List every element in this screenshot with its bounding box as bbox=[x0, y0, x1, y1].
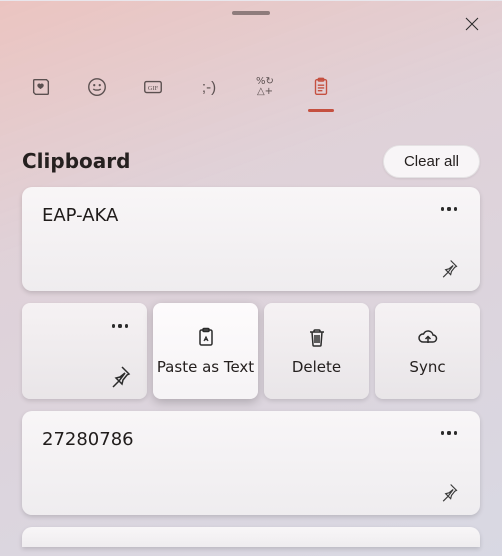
clear-all-button[interactable]: Clear all bbox=[383, 145, 480, 178]
more-icon bbox=[112, 324, 128, 327]
clipboard-item-peek[interactable] bbox=[22, 527, 480, 547]
clipboard-icon bbox=[310, 76, 332, 98]
gif-icon: GIF bbox=[142, 76, 164, 98]
item-action-row: Paste as Text Delete Sync bbox=[22, 303, 480, 399]
clipboard-list: EAP-AKA bbox=[22, 187, 480, 556]
close-button[interactable] bbox=[452, 9, 492, 39]
action-delete[interactable]: Delete bbox=[264, 303, 369, 399]
item-pin-button[interactable] bbox=[432, 253, 466, 283]
emoji-smile-icon bbox=[86, 76, 108, 98]
category-tabbar: GIF ;-) %↻ △+ bbox=[22, 65, 480, 109]
section-title: Clipboard bbox=[22, 149, 130, 173]
pin-icon bbox=[108, 364, 132, 388]
action-label: Delete bbox=[292, 358, 341, 376]
tab-clipboard[interactable] bbox=[302, 68, 340, 106]
emoji-clipboard-panel: GIF ;-) %↻ △+ Clipboard Clear all EAP-AK… bbox=[0, 0, 502, 556]
clipboard-item[interactable]: 27280786 bbox=[22, 411, 480, 515]
trash-icon bbox=[305, 326, 329, 350]
item-pin-button[interactable] bbox=[432, 477, 466, 507]
tab-gif[interactable]: GIF bbox=[134, 68, 172, 106]
action-label: Sync bbox=[409, 358, 445, 376]
close-icon bbox=[463, 15, 481, 33]
sticker-heart-icon bbox=[30, 76, 52, 98]
action-paste-as-text[interactable]: Paste as Text bbox=[153, 303, 258, 399]
item-more-button[interactable] bbox=[432, 195, 466, 223]
tab-symbols[interactable]: %↻ △+ bbox=[246, 68, 284, 106]
tab-emoji[interactable] bbox=[78, 68, 116, 106]
pin-icon bbox=[439, 258, 459, 278]
symbols-icon: %↻ △+ bbox=[256, 77, 274, 97]
clipboard-item[interactable]: EAP-AKA bbox=[22, 187, 480, 291]
item-more-button[interactable] bbox=[103, 313, 137, 339]
clipboard-item-text: EAP-AKA bbox=[42, 205, 458, 226]
more-icon bbox=[441, 207, 457, 210]
drag-handle[interactable] bbox=[232, 11, 270, 15]
pin-icon bbox=[439, 482, 459, 502]
paste-text-icon bbox=[194, 326, 218, 350]
item-more-button[interactable] bbox=[432, 419, 466, 447]
svg-text:GIF: GIF bbox=[148, 85, 159, 92]
item-pin-button[interactable] bbox=[103, 361, 137, 391]
action-sync[interactable]: Sync bbox=[375, 303, 480, 399]
action-collapsed-item[interactable] bbox=[22, 303, 147, 399]
clipboard-item-text: 27280786 bbox=[42, 429, 458, 450]
section-header: Clipboard Clear all bbox=[22, 141, 480, 181]
action-label: Paste as Text bbox=[157, 358, 254, 376]
more-icon bbox=[441, 431, 457, 434]
tab-kaomoji[interactable]: ;-) bbox=[190, 68, 228, 106]
cloud-sync-icon bbox=[416, 326, 440, 350]
tab-recent[interactable] bbox=[22, 68, 60, 106]
kaomoji-icon: ;-) bbox=[202, 79, 216, 96]
